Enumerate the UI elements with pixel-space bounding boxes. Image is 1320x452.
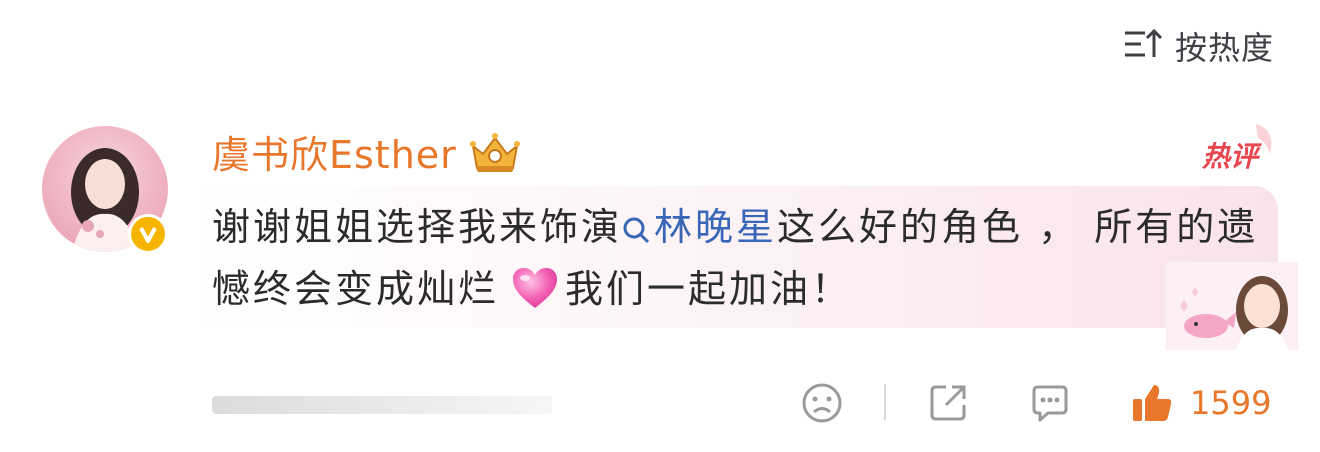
action-divider	[884, 384, 886, 420]
share-icon	[930, 385, 966, 421]
like-count: 1599	[1190, 384, 1272, 422]
comment-bubble-icon	[1032, 385, 1068, 422]
crown-vip-icon	[467, 130, 523, 180]
thumbs-up-icon	[1133, 385, 1172, 421]
reply-button[interactable]	[1028, 380, 1072, 426]
username[interactable]: 虞书欣Esther	[212, 136, 457, 174]
sort-lines-arrow-icon	[1123, 27, 1163, 65]
emoji-reaction-button[interactable]	[800, 380, 844, 426]
decorative-sticker	[1166, 262, 1298, 350]
share-button[interactable]	[926, 380, 970, 426]
sort-by-hot-button[interactable]: 按热度	[1123, 26, 1274, 67]
topic-label: 林晚星	[654, 205, 778, 249]
hot-comment-badge: 热评	[1200, 120, 1280, 176]
sad-face-icon	[802, 383, 842, 423]
topic-link[interactable]: 林晚星	[622, 205, 777, 249]
comment-text-part3: 我们一起加油！	[565, 267, 853, 311]
search-icon	[623, 217, 650, 244]
sort-label: 按热度	[1174, 29, 1274, 67]
pink-heart-emoji-icon	[511, 266, 559, 328]
verified-badge-icon	[128, 214, 168, 254]
comment-text-part1: 谢谢姐姐选择我来饰演	[212, 205, 623, 249]
comment-text: 谢谢姐姐选择我来饰演 林晚星这么好的角色 ， 所有的遗憾终会变成灿烂 我们一起加油！	[212, 196, 1272, 328]
hot-label: 热评	[1201, 140, 1262, 173]
like-button[interactable]: 1599	[1130, 380, 1271, 426]
